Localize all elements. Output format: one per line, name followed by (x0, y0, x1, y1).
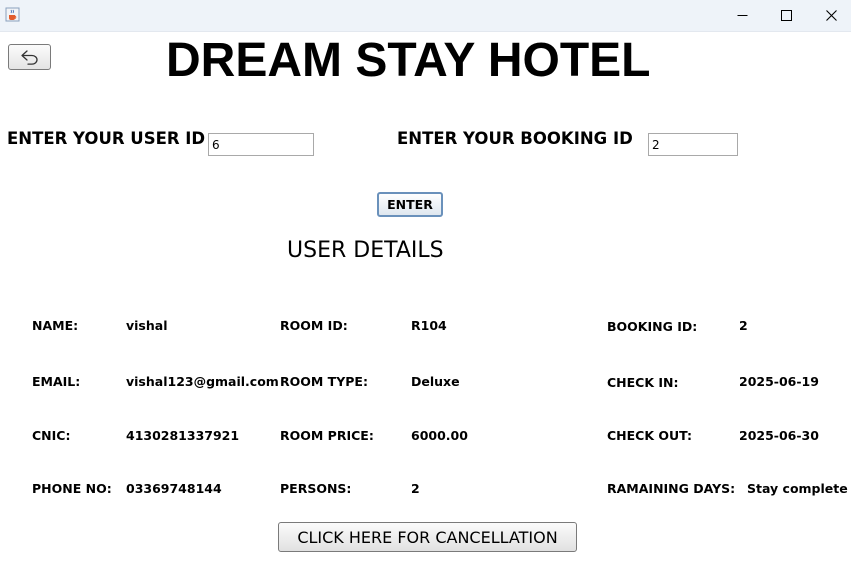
room-price-value: 6000.00 (411, 428, 468, 443)
remaining-days-value: Stay complete (747, 481, 848, 496)
cnic-label: CNIC: (32, 428, 71, 443)
enter-button[interactable]: ENTER (377, 192, 443, 217)
email-value: vishal123@gmail.com (126, 374, 279, 389)
check-out-label: CHECK OUT: (607, 428, 693, 443)
cancellation-button[interactable]: CLICK HERE FOR CANCELLATION (278, 522, 577, 552)
room-id-value: R104 (411, 318, 447, 333)
user-id-label: ENTER YOUR USER ID (7, 129, 206, 148)
undo-arrow-icon (20, 50, 38, 65)
back-button[interactable] (8, 44, 51, 70)
booking-id-detail-label: BOOKING ID: (607, 319, 698, 334)
check-in-label: CHECK IN: (607, 375, 679, 390)
check-out-value: 2025-06-30 (739, 428, 819, 443)
booking-id-input[interactable]: 2 (648, 133, 738, 156)
close-icon (825, 10, 837, 21)
booking-id-label: ENTER YOUR BOOKING ID (397, 129, 633, 148)
email-label: EMAIL: (32, 374, 81, 389)
hotel-title: DREAM STAY HOTEL (166, 34, 651, 87)
name-label: NAME: (32, 318, 79, 333)
name-value: vishal (126, 318, 168, 333)
phone-value: 03369748144 (126, 481, 222, 496)
java-cup-icon (5, 7, 20, 22)
check-in-value: 2025-06-19 (739, 374, 819, 389)
maximize-button[interactable] (763, 0, 809, 31)
user-id-input[interactable]: 6 (208, 133, 314, 156)
persons-label: PERSONS: (280, 481, 352, 496)
persons-value: 2 (411, 481, 420, 496)
user-details-heading: USER DETAILS (287, 238, 444, 263)
minimize-icon (737, 15, 747, 16)
maximize-icon (780, 10, 792, 21)
phone-label: PHONE NO: (32, 481, 112, 496)
room-id-label: ROOM ID: (280, 318, 348, 333)
booking-id-detail-value: 2 (739, 318, 748, 333)
cnic-value: 4130281337921 (126, 428, 240, 443)
room-type-label: ROOM TYPE: (280, 374, 368, 389)
window-titlebar (0, 0, 851, 32)
minimize-button[interactable] (719, 0, 765, 31)
room-type-value: Deluxe (411, 374, 460, 389)
close-button[interactable] (808, 0, 851, 31)
room-price-label: ROOM PRICE: (280, 428, 374, 443)
remaining-days-label: RAMAINING DAYS: (607, 481, 736, 496)
